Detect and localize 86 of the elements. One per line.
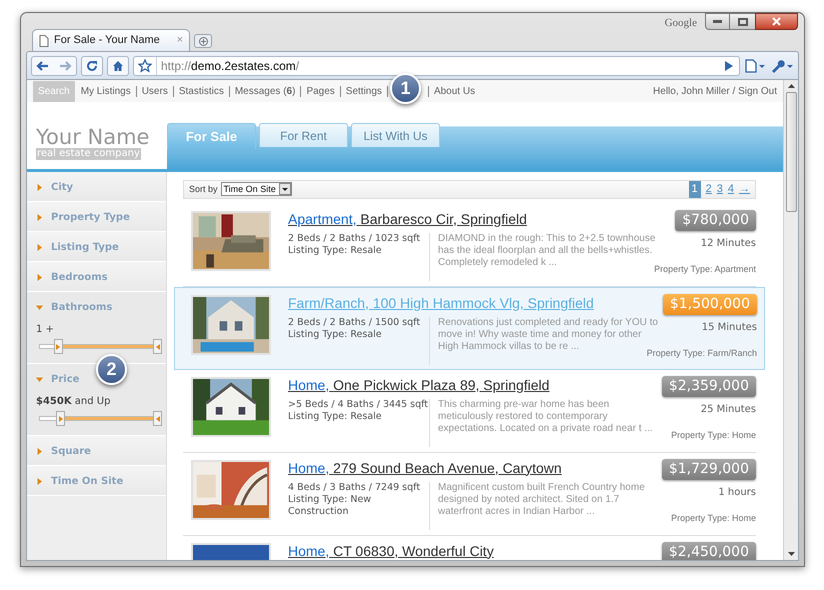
time-on-site: 1 hours: [718, 486, 756, 500]
maximize-button[interactable]: [730, 13, 755, 30]
listing-title[interactable]: Apartment, Barbaresco Cir, Springfield: [288, 210, 527, 226]
browser-tab[interactable]: For Sale - Your Name ×: [32, 29, 190, 51]
tab-close-button[interactable]: ×: [176, 35, 183, 46]
page-link[interactable]: 2: [706, 181, 712, 198]
minimize-icon: [713, 20, 722, 23]
slider-handle[interactable]: [153, 411, 162, 426]
listing-specs: 4 Beds / 3 Baths / 7249 sqft: [288, 482, 422, 494]
listing-specs: >5 Beds / 4 Baths / 3445 sqft: [288, 398, 427, 410]
sort-dropdown[interactable]: Time On Site: [220, 182, 292, 196]
slider-handle[interactable]: [54, 339, 63, 354]
tab[interactable]: For Sale: [167, 123, 256, 149]
minimize-button[interactable]: [705, 13, 730, 30]
close-button[interactable]: [755, 13, 798, 30]
time-on-site: 12 Minutes: [700, 236, 756, 250]
home-icon: [112, 60, 124, 72]
tab[interactable]: For Rent: [259, 123, 348, 147]
listing-description: Magnificent custom built French Country home designed by noted architect. Sited on 1.7 waterfront acres in Indian Harbor ...: [438, 482, 646, 518]
page-link[interactable]: →: [739, 181, 750, 198]
admin-link[interactable]: Pages: [306, 84, 335, 98]
star-icon[interactable]: [138, 58, 152, 72]
new-tab-button[interactable]: [194, 34, 212, 48]
site-logo: Your Name: [36, 126, 150, 148]
slider-handle[interactable]: [153, 339, 162, 354]
admin-link[interactable]: Users: [142, 84, 168, 98]
listing-type: Listing Type: Resale: [288, 328, 383, 340]
listing-row[interactable]: Home, CT 06830, Wonderful City $2,450,000: [183, 536, 756, 560]
page-menu-icon[interactable]: [744, 58, 766, 72]
price-tag: $1,500,000: [662, 294, 757, 314]
filter-header[interactable]: Bathrooms: [27, 292, 114, 322]
time-on-site: 15 Minutes: [702, 320, 757, 334]
listing-specs: 2 Beds / 2 Baths / 1500 sqft: [288, 316, 422, 328]
property-type: Property Type: Home: [671, 512, 756, 525]
page-link[interactable]: 4: [728, 181, 734, 198]
time-on-site: 25 Minutes: [700, 402, 756, 416]
price-tag: $1,729,000: [662, 458, 756, 480]
property-type: Property Type: Apartment: [654, 262, 756, 276]
listing-row[interactable]: [174, 286, 765, 370]
property-type: Property Type: Home: [671, 428, 756, 442]
filter-header[interactable]: Price: [27, 364, 82, 394]
plus-icon: [198, 36, 208, 46]
filter-value: $450K and Up: [35, 395, 112, 409]
price-tag: $2,359,000: [662, 376, 756, 396]
home-button[interactable]: [107, 56, 129, 76]
scroll-thumb[interactable]: [786, 92, 796, 212]
filter-value: 1 +: [35, 323, 55, 337]
scroll-up-icon[interactable]: [788, 84, 794, 88]
maximize-icon: [738, 18, 748, 26]
listing-title[interactable]: Home, CT 06830, Wonderful City: [288, 542, 494, 558]
go-icon[interactable]: [724, 60, 733, 70]
listing-title[interactable]: Farm/Ranch, 100 High Hammock Vlg, Springfield: [288, 294, 594, 310]
url-text: http://demo.2estates.com/: [161, 58, 300, 74]
page-link[interactable]: 3: [716, 181, 723, 198]
listing-title[interactable]: Home, 279 Sound Beach Avenue, Carytown: [288, 460, 562, 476]
listing-specs: 2 Beds / 2 Baths / 1023 sqft: [288, 232, 422, 244]
listing-type: Listing Type: Resale: [288, 410, 383, 422]
listing-title[interactable]: Home, One Pickwick Plaza 89, Springfield: [288, 376, 550, 392]
address-bar[interactable]: http://demo.2estates.com/: [133, 56, 740, 76]
price-tag: $780,000: [675, 210, 756, 230]
sort-label: Sort by: [189, 182, 218, 196]
listing-type: Listing Type: Resale: [288, 244, 383, 256]
admin-link[interactable]: Stastistics: [178, 84, 224, 98]
scroll-down-icon[interactable]: [788, 552, 794, 556]
wrench-icon[interactable]: [770, 58, 794, 72]
page-icon: [39, 34, 49, 46]
scrollbar[interactable]: [783, 80, 798, 560]
admin-link[interactable]: About Us: [434, 84, 476, 98]
close-icon: [772, 17, 781, 26]
listing-description: This charming pre-war home has been meticulously restored to contemporary expectations. Located on a private road near t ...: [438, 398, 654, 434]
brand-label: Google: [664, 16, 697, 31]
price-tag: $2,450,000: [662, 542, 756, 560]
property-type: Property Type: Farm/Ranch: [646, 346, 757, 360]
admin-link[interactable]: My Listings: [80, 84, 131, 98]
slider-handle[interactable]: [56, 411, 66, 426]
tab-title: For Sale - Your Name: [54, 33, 161, 48]
greeting-text: Hello, John Miller / Sign Out: [653, 84, 777, 98]
tab[interactable]: List With Us: [351, 123, 440, 147]
admin-link[interactable]: Settings: [346, 84, 382, 98]
admin-link[interactable]: Messages (6): [234, 84, 296, 98]
listing-description: DIAMOND in the rough: This to 2+2.5 townhouse has the ideal floorplan and all the bells+whistles. Completely remodeled k ...: [438, 232, 656, 268]
page-link[interactable]: 1: [688, 181, 701, 198]
site-tagline: real estate company: [36, 148, 141, 160]
reload-button[interactable]: [81, 56, 103, 76]
reload-icon: [86, 60, 98, 72]
listing-type: Listing Type: New Construction: [288, 494, 372, 518]
